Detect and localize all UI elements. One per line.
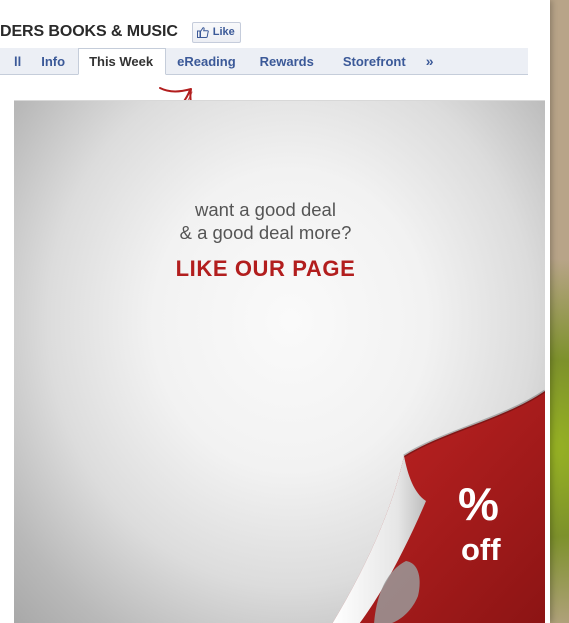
discount-off-label: off xyxy=(461,532,501,567)
facebook-page: DERS BOOKS & MUSIC Like ll Info This Wee… xyxy=(0,0,550,623)
discount-percent-symbol: % xyxy=(458,478,499,530)
promo-banner: want a good deal & a good deal more? LIK… xyxy=(14,100,545,623)
